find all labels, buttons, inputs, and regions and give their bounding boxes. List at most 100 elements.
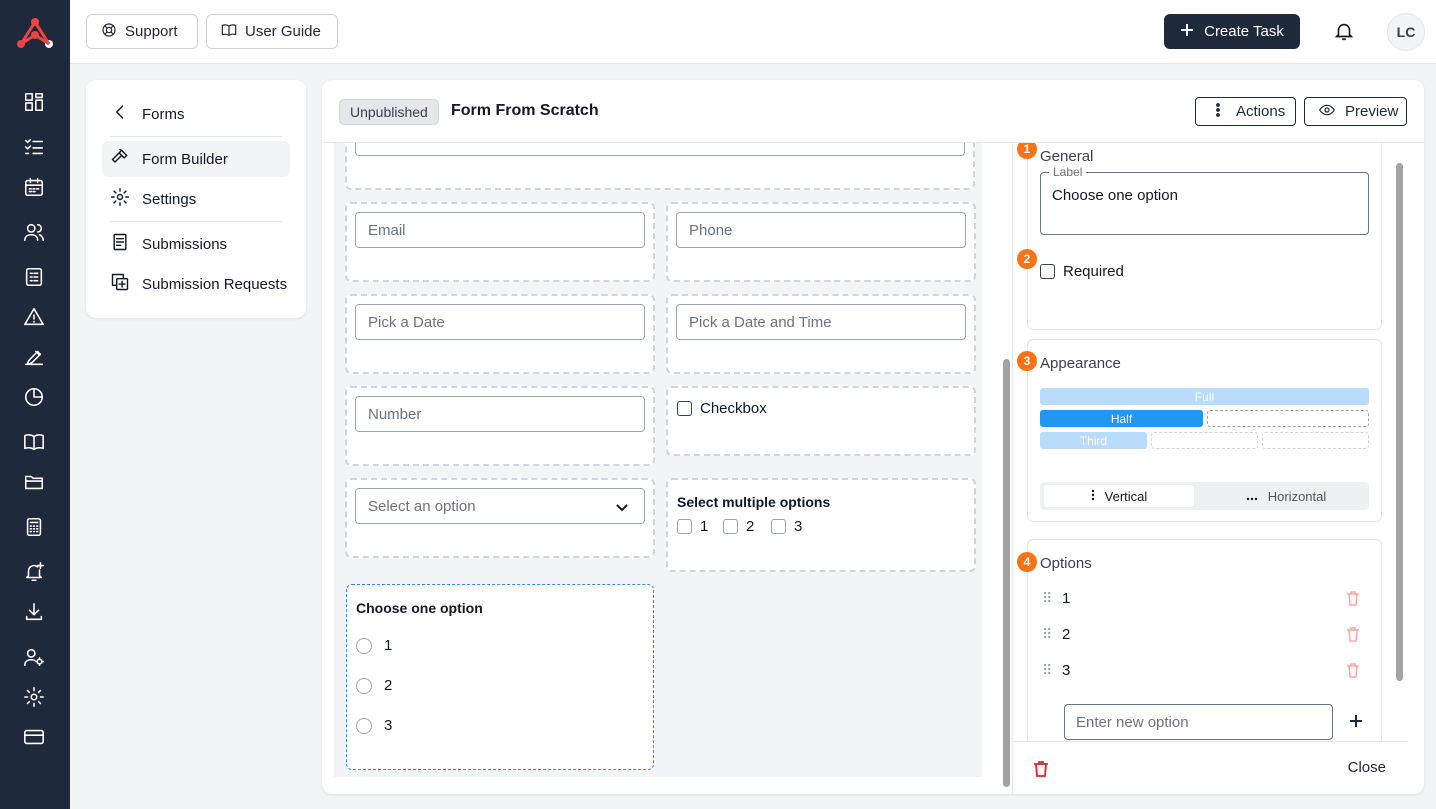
width-full-option[interactable]: Full (1040, 388, 1369, 405)
support-button[interactable]: Support (86, 14, 198, 49)
drag-handle-icon[interactable]: ⠿ (1042, 626, 1062, 643)
user-guide-button[interactable]: User Guide (206, 14, 338, 49)
email-field-block[interactable]: Email (345, 202, 655, 282)
datetime-field-block[interactable]: Pick a Date and Time (666, 294, 976, 374)
width-third-option[interactable]: Third (1040, 432, 1147, 449)
radio-circle[interactable] (356, 677, 372, 694)
users-icon[interactable] (23, 221, 45, 243)
general-title: General (1040, 148, 1094, 165)
calculator-icon[interactable] (23, 516, 45, 538)
select-field[interactable]: Select an option (355, 488, 645, 524)
nav-divider (110, 136, 282, 137)
textarea-field[interactable] (355, 143, 965, 156)
nav-item-settings[interactable]: Settings (102, 181, 290, 217)
textarea-field-block[interactable] (345, 143, 975, 190)
book-open-icon (221, 22, 237, 42)
date-field[interactable]: Pick a Date (355, 304, 645, 340)
email-field[interactable]: Email (355, 212, 645, 248)
create-task-button[interactable]: Create Task (1164, 14, 1300, 49)
form-builder-card: Unpublished Form From Scratch Actions Pr… (322, 80, 1424, 794)
options-title: Options (1040, 555, 1092, 572)
appearance-section: 3 Appearance Full Half Third Vertical Ho… (1017, 339, 1382, 522)
nav-item-submission-requests[interactable]: Submission Requests (102, 266, 290, 302)
multi-option-2[interactable]: 2 (723, 518, 754, 535)
label-textarea[interactable]: Label Choose one option (1040, 165, 1369, 235)
width-half-option[interactable]: Half (1040, 410, 1203, 427)
dashboard-icon[interactable] (23, 91, 45, 113)
datetime-field[interactable]: Pick a Date and Time (676, 304, 966, 340)
plus-icon (1180, 23, 1194, 41)
close-button[interactable]: Close (1348, 759, 1386, 776)
drag-handle-icon[interactable]: ⠿ (1042, 590, 1062, 607)
multi-select-field-block[interactable]: Select multiple options 1 2 3 (666, 478, 976, 572)
forms-icon[interactable] (23, 266, 45, 288)
add-option-plus-icon[interactable] (1348, 713, 1364, 729)
trash-icon[interactable] (1346, 626, 1360, 642)
radio-circle[interactable] (356, 637, 372, 654)
folder-icon[interactable] (23, 471, 45, 493)
settings-icon[interactable] (23, 686, 45, 708)
step-badge: 4 (1017, 552, 1037, 572)
tasks-icon[interactable] (23, 136, 45, 158)
billing-icon[interactable] (23, 726, 45, 748)
preview-button[interactable]: Preview (1304, 97, 1407, 126)
checkbox-box[interactable] (677, 401, 692, 416)
checkbox-label: Checkbox (700, 400, 767, 417)
checkbox-field-block[interactable]: Checkbox (666, 386, 976, 456)
more-vertical-icon (1210, 102, 1226, 122)
multi-option-3[interactable]: 3 (771, 518, 802, 535)
properties-scrollbar[interactable] (1396, 163, 1404, 683)
actions-button[interactable]: Actions (1195, 97, 1296, 126)
option-label: 2 (1062, 625, 1071, 643)
radio-option-1[interactable]: 1 (356, 637, 392, 654)
required-checkbox[interactable]: Required (1040, 263, 1124, 280)
radio-option-2[interactable]: 2 (356, 677, 392, 694)
calendar-icon[interactable] (23, 176, 45, 198)
properties-scrollbar-thumb[interactable] (1396, 163, 1403, 681)
signature-icon[interactable] (23, 346, 45, 368)
user-avatar[interactable]: LC (1387, 13, 1425, 51)
trash-icon[interactable] (1346, 590, 1360, 606)
step-badge: 3 (1017, 351, 1037, 371)
select-field-block[interactable]: Select an option (345, 478, 655, 558)
nav-item-form-builder[interactable]: Form Builder (102, 141, 290, 177)
radio-circle[interactable] (356, 717, 372, 734)
warning-icon[interactable] (23, 306, 45, 328)
drag-handle-icon[interactable]: ⠿ (1042, 662, 1062, 679)
phone-field-block[interactable]: Phone (666, 202, 976, 282)
bell-plus-icon[interactable] (23, 561, 45, 583)
option-row[interactable]: ⠿ 3 (1042, 658, 1360, 682)
canvas-scrollbar[interactable] (1002, 143, 1012, 794)
notifications-bell-icon[interactable] (1333, 20, 1355, 42)
option-label: 1 (1062, 589, 1071, 607)
orientation-vertical[interactable]: Vertical (1044, 485, 1194, 507)
required-checkbox-box[interactable] (1040, 264, 1055, 279)
orientation-horizontal[interactable]: Horizontal (1206, 485, 1366, 507)
download-icon[interactable] (23, 601, 45, 623)
radio-option-3[interactable]: 3 (356, 717, 392, 734)
trash-icon[interactable] (1346, 662, 1360, 678)
back-to-forms-link[interactable]: Forms (102, 96, 290, 132)
reports-icon[interactable] (23, 386, 45, 408)
checkbox-field[interactable]: Checkbox (677, 400, 767, 417)
option-row[interactable]: ⠿ 1 (1042, 586, 1360, 610)
nav-item-label: Submissions (142, 235, 228, 253)
width-half-slot (1207, 410, 1369, 427)
number-field-block[interactable]: Number (345, 386, 655, 466)
number-field[interactable]: Number (355, 396, 645, 432)
status-badge: Unpublished (339, 99, 439, 125)
general-section: 1 General Label Choose one option 2 Requ… (1017, 143, 1382, 330)
app-logo[interactable] (15, 15, 55, 51)
more-vertical-icon (1091, 489, 1095, 504)
user-settings-icon[interactable] (23, 646, 45, 668)
nav-item-submissions[interactable]: Submissions (102, 226, 290, 262)
delete-field-trash-icon[interactable] (1033, 760, 1049, 777)
phone-field[interactable]: Phone (676, 212, 966, 248)
canvas-scrollbar-thumb[interactable] (1003, 359, 1010, 787)
book-icon[interactable] (23, 431, 45, 453)
radio-field-block-selected[interactable]: Choose one option 1 2 3 (346, 584, 654, 770)
new-option-input[interactable]: Enter new option (1064, 704, 1333, 740)
date-field-block[interactable]: Pick a Date (345, 294, 655, 374)
option-row[interactable]: ⠿ 2 (1042, 622, 1360, 646)
multi-option-1[interactable]: 1 (677, 518, 708, 535)
